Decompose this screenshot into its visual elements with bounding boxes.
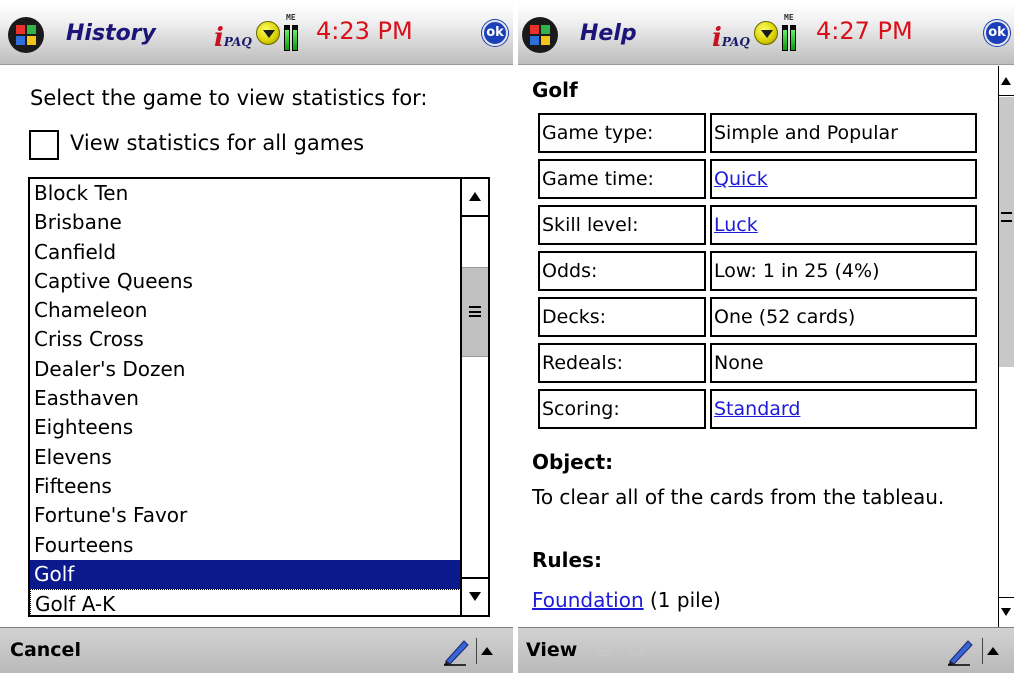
info-row: Game time: Quick: [534, 159, 978, 205]
history-window: History iPAQ ME 4:23 PM ok Select the ga…: [0, 0, 513, 673]
scroll-thumb[interactable]: [999, 97, 1014, 367]
game-list-item[interactable]: Block Ten: [30, 179, 463, 208]
title-bar: Help iPAQ ME 4:27 PM ok: [518, 3, 1014, 65]
rules-line-text: (1 pile): [650, 588, 721, 612]
game-list-item[interactable]: Criss Cross: [30, 325, 463, 354]
pen-icon[interactable]: [944, 636, 976, 666]
info-value: Standard: [710, 389, 977, 429]
game-list-item[interactable]: Eighteens: [30, 413, 463, 442]
signal-icon[interactable]: ME: [782, 13, 802, 51]
view-menu[interactable]: View: [526, 639, 577, 661]
back-arrow-icon[interactable]: ⇐: [596, 641, 614, 666]
info-key: Scoring:: [538, 389, 706, 429]
app-title: History: [66, 21, 156, 46]
help-heading: Golf: [532, 78, 578, 102]
game-list-item[interactable]: Fourteens: [30, 531, 463, 560]
ipaq-logo: iPAQ: [214, 23, 252, 53]
prompt-label: Select the game to view statistics for:: [30, 86, 428, 110]
info-value: Low: 1 in 25 (4%): [710, 251, 977, 291]
windows-start-icon[interactable]: [8, 17, 44, 53]
scroll-up-button[interactable]: [462, 179, 488, 217]
game-list-item[interactable]: Dealer's Dozen: [30, 355, 463, 384]
game-list-item[interactable]: Fortune's Favor: [30, 501, 463, 530]
scroll-thumb[interactable]: [462, 267, 488, 357]
info-key: Skill level:: [538, 205, 706, 245]
grip-icon: [469, 306, 481, 317]
clock[interactable]: 4:27 PM: [816, 17, 913, 45]
cancel-button[interactable]: Cancel: [10, 639, 81, 661]
info-value-text: None: [714, 352, 764, 374]
info-key: Odds:: [538, 251, 706, 291]
info-row: Odds: Low: 1 in 25 (4%): [534, 251, 978, 297]
help-window: Help iPAQ ME 4:27 PM ok Golf Game type: S…: [518, 0, 1014, 673]
rules-line: Foundation (1 pile): [532, 587, 972, 614]
app-title: Help: [580, 21, 637, 46]
grip-icon: [1001, 212, 1012, 222]
all-games-checkbox-label[interactable]: View statistics for all games: [70, 131, 364, 155]
game-list-item[interactable]: Brisbane: [30, 208, 463, 237]
info-value: Quick: [710, 159, 977, 199]
menu-bar: Cancel: [0, 627, 513, 673]
title-bar: History iPAQ ME 4:23 PM ok: [0, 3, 513, 65]
help-scrollbar[interactable]: [998, 66, 1014, 627]
info-value: Simple and Popular: [710, 113, 977, 153]
signal-icon[interactable]: ME: [284, 13, 304, 51]
game-list-scrollbar[interactable]: [460, 179, 488, 615]
game-list-item[interactable]: Fifteens: [30, 472, 463, 501]
object-text: To clear all of the cards from the table…: [532, 485, 945, 509]
sip-arrow-icon[interactable]: [476, 638, 494, 664]
info-key: Game time:: [538, 159, 706, 199]
info-key: Game type:: [538, 113, 706, 153]
info-value-text: One (52 cards): [714, 306, 856, 328]
info-row: Redeals: None: [534, 343, 978, 389]
game-list-item[interactable]: Easthaven: [30, 384, 463, 413]
info-value: One (52 cards): [710, 297, 977, 337]
game-list-item[interactable]: Golf: [30, 559, 463, 590]
ipaq-logo: iPAQ: [712, 23, 750, 53]
game-list-item[interactable]: Golf A-K: [30, 589, 463, 615]
ok-button[interactable]: ok: [984, 20, 1010, 46]
volume-icon[interactable]: [754, 21, 778, 45]
game-list-item[interactable]: Captive Queens: [30, 267, 463, 296]
pen-icon[interactable]: [440, 636, 472, 666]
game-list-item[interactable]: Chameleon: [30, 296, 463, 325]
all-games-checkbox[interactable]: [29, 130, 59, 160]
game-list-item[interactable]: Elevens: [30, 443, 463, 472]
clock[interactable]: 4:23 PM: [316, 17, 413, 45]
scroll-down-button[interactable]: [462, 577, 488, 615]
info-value: Luck: [710, 205, 977, 245]
forward-arrow-icon[interactable]: ⇒: [628, 641, 646, 666]
menu-bar: View ⇐ ⇒: [518, 627, 1014, 673]
info-row: Decks: One (52 cards): [534, 297, 978, 343]
info-value-link[interactable]: Luck: [714, 214, 758, 236]
volume-icon[interactable]: [256, 21, 280, 45]
info-value-link[interactable]: Standard: [714, 398, 800, 420]
info-row: Scoring: Standard: [534, 389, 978, 435]
windows-start-icon[interactable]: [522, 17, 558, 53]
info-value-text: Simple and Popular: [714, 122, 898, 144]
info-key: Decks:: [538, 297, 706, 337]
info-value-link[interactable]: Quick: [714, 168, 768, 190]
object-heading: Object:: [532, 450, 614, 474]
game-list-item[interactable]: Canfield: [30, 238, 463, 267]
game-list[interactable]: Block Ten Brisbane Canfield Captive Queens C…: [28, 177, 490, 617]
info-value: None: [710, 343, 977, 383]
info-row: Skill level: Luck: [534, 205, 978, 251]
scroll-up-button[interactable]: [999, 66, 1014, 96]
info-value-text: Low: 1 in 25 (4%): [714, 260, 880, 282]
scroll-down-button[interactable]: [999, 597, 1014, 627]
game-info-table: Game type: Simple and Popular Game time: Qu…: [534, 113, 978, 435]
rules-heading: Rules:: [532, 548, 602, 572]
info-row: Game type: Simple and Popular: [534, 113, 978, 159]
info-key: Redeals:: [538, 343, 706, 383]
ok-button[interactable]: ok: [482, 20, 508, 46]
foundation-link[interactable]: Foundation: [532, 588, 644, 612]
sip-arrow-icon[interactable]: [982, 638, 1000, 664]
